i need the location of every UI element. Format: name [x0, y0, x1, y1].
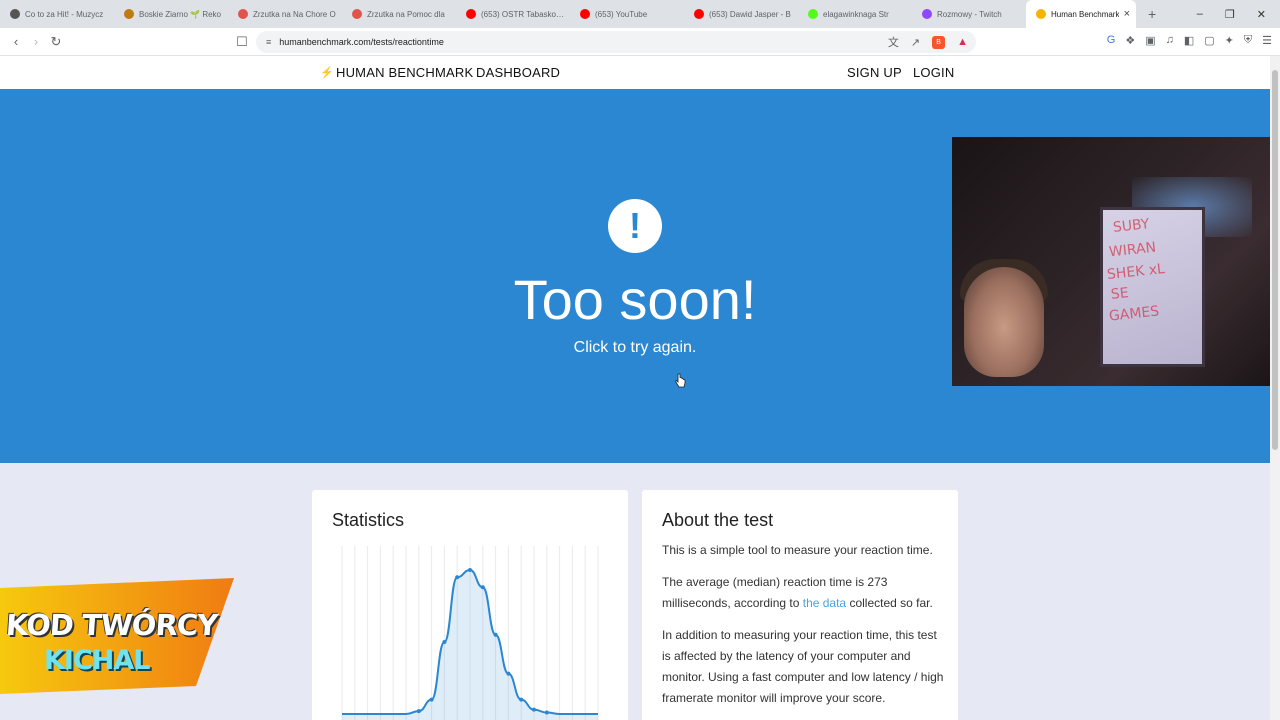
hand-cursor-icon — [674, 373, 686, 388]
leo-ai-icon[interactable]: ✦ — [1225, 34, 1234, 47]
creator-code-value: KICHAL — [44, 645, 150, 676]
browser-tab[interactable]: Boskie Ziarno 🌱 Reko — [114, 0, 228, 28]
about-title: About the test — [662, 510, 774, 530]
lightning-icon: ⚡ — [320, 67, 334, 79]
person-face — [964, 267, 1044, 377]
address-bar[interactable]: ≡ humanbenchmark.com/tests/reactiontime … — [256, 31, 976, 53]
tab-favicon-icon — [352, 9, 362, 19]
statistics-title: Statistics — [332, 510, 405, 530]
tab-label: Rozmowy - Twitch — [937, 9, 1002, 19]
close-window-icon[interactable]: ✕ — [1257, 8, 1266, 21]
about-paragraph-2: The average (median) reaction time is 27… — [662, 572, 946, 614]
the-data-link[interactable]: the data — [803, 596, 846, 610]
share-icon[interactable]: ↗ — [911, 36, 920, 49]
tab-label: Co to za Hit! - Muzycz — [25, 9, 104, 19]
browser-tab[interactable]: (653) YouTube — [570, 0, 684, 28]
dashboard-link[interactable]: DASHBOARD — [476, 65, 560, 80]
browser-tab[interactable]: Co to za Hit! - Muzycz — [0, 0, 114, 28]
screenshot-icon[interactable]: ▣ — [1145, 34, 1155, 47]
tab-favicon-icon — [922, 9, 932, 19]
tab-favicon-icon — [238, 9, 248, 19]
tab-favicon-icon — [10, 9, 20, 19]
extensions-icon[interactable]: ❖ — [1125, 34, 1135, 47]
tab-bar: Co to za Hit! - Muzycz Boskie Ziarno 🌱 Re… — [0, 0, 1280, 28]
brave-shields-icon[interactable]: B — [932, 35, 946, 49]
brave-rewards-icon[interactable]: ▲ — [957, 36, 968, 48]
site-info-icon[interactable]: ≡ — [266, 37, 271, 47]
about-paragraph-3: In addition to measuring your reaction t… — [662, 628, 944, 705]
tab-favicon-icon — [580, 9, 590, 19]
about-card: About the test This is a simple tool to … — [642, 490, 958, 720]
menu-icon[interactable]: ☰ — [1262, 34, 1272, 47]
chart-point — [455, 575, 460, 580]
about-paragraph-1: This is a simple tool to measure your re… — [662, 543, 933, 557]
statistics-card: Statistics — [312, 490, 628, 720]
tab-favicon-icon — [694, 9, 704, 19]
browser-tab[interactable]: elagawinknaga Str — [798, 0, 912, 28]
url-text[interactable]: humanbenchmark.com/tests/reactiontime — [279, 37, 444, 47]
minimize-icon[interactable]: – — [1197, 8, 1203, 21]
board-line: WIRAN — [1108, 239, 1157, 261]
chart-point — [544, 710, 549, 715]
extension-translate-icon[interactable]: G — [1107, 34, 1116, 47]
tab-label: (653) OSTR Tabasko - Y — [481, 9, 565, 19]
chart-point — [493, 632, 498, 637]
about-p2-text-end: collected so far. — [846, 596, 933, 610]
board-line: SHEK xL — [1106, 261, 1166, 283]
site-header: ⚡ HUMAN BENCHMARK DASHBOARD SIGN UP LOGI… — [0, 56, 1270, 89]
sidebar-icon[interactable]: ◧ — [1184, 34, 1194, 47]
wallet-icon[interactable]: ▢ — [1204, 34, 1214, 47]
chart-point — [506, 671, 511, 676]
bookmark-icon[interactable]: ☐ — [232, 32, 252, 52]
chart-point — [468, 568, 472, 572]
browser-tab[interactable]: Zrzutka na Pomoc dla — [342, 0, 456, 28]
exclamation-icon: ! — [608, 199, 662, 253]
forward-icon[interactable]: › — [26, 32, 46, 52]
browser-tab[interactable]: Human Benchmark × — [1026, 0, 1136, 28]
media-icon[interactable]: ♫ — [1166, 34, 1174, 47]
vpn-icon[interactable]: ⛨ — [1244, 34, 1252, 47]
tab-label: Zrzutka na Na Chore O — [253, 9, 336, 19]
chart-point — [442, 640, 447, 644]
tab-favicon-icon — [808, 9, 818, 19]
page-scrollbar[interactable] — [1270, 56, 1280, 720]
whiteboard: SUBY WIRAN SHEK xL SE GAMES — [1100, 207, 1205, 367]
board-line: GAMES — [1108, 303, 1160, 325]
tab-favicon-icon — [466, 9, 476, 19]
browser-tab[interactable]: (653) OSTR Tabasko - Y — [456, 0, 570, 28]
reaction-distribution-chart — [341, 546, 599, 720]
navigation-bar: ‹ › ↻ ☐ ≡ humanbenchmark.com/tests/react… — [0, 28, 1280, 56]
tab-close-icon[interactable]: × — [1124, 8, 1130, 20]
browser-tab[interactable]: Zrzutka na Na Chore O — [228, 0, 342, 28]
creator-code-label: KOD TWÓRCY — [4, 608, 219, 642]
tab-favicon-icon — [1036, 9, 1046, 19]
browser-tab[interactable]: Rozmowy - Twitch — [912, 0, 1026, 28]
chart-point — [519, 697, 524, 702]
tab-label: Boskie Ziarno 🌱 Reko — [139, 9, 221, 19]
brand-link[interactable]: HUMAN BENCHMARK — [336, 65, 473, 80]
webcam-overlay: SUBY WIRAN SHEK xL SE GAMES — [952, 137, 1280, 386]
login-link[interactable]: LOGIN — [913, 65, 954, 80]
reload-icon[interactable]: ↻ — [46, 32, 66, 52]
chart-point — [480, 585, 485, 590]
tab-label: elagawinknaga Str — [823, 9, 889, 19]
browser-tab[interactable]: (653) Dawid Jasper - B — [684, 0, 798, 28]
restore-icon[interactable]: ❐ — [1225, 8, 1235, 21]
tab-label: Human Benchmark — [1051, 9, 1120, 19]
tab-label: Zrzutka na Pomoc dla — [367, 9, 445, 19]
board-line: SE — [1110, 285, 1130, 303]
tab-label: (653) Dawid Jasper - B — [709, 9, 791, 19]
signup-link[interactable]: SIGN UP — [847, 65, 902, 80]
tab-favicon-icon — [124, 9, 134, 19]
translate-icon[interactable]: 文 — [888, 34, 899, 50]
back-icon[interactable]: ‹ — [6, 32, 26, 52]
board-line: SUBY — [1112, 216, 1151, 236]
chart-point — [532, 707, 536, 712]
chart-point — [416, 709, 421, 714]
scrollbar-thumb[interactable] — [1272, 70, 1278, 450]
tab-label: (653) YouTube — [595, 9, 648, 19]
new-tab-icon[interactable]: + — [1148, 6, 1156, 22]
chart-point — [429, 697, 434, 702]
